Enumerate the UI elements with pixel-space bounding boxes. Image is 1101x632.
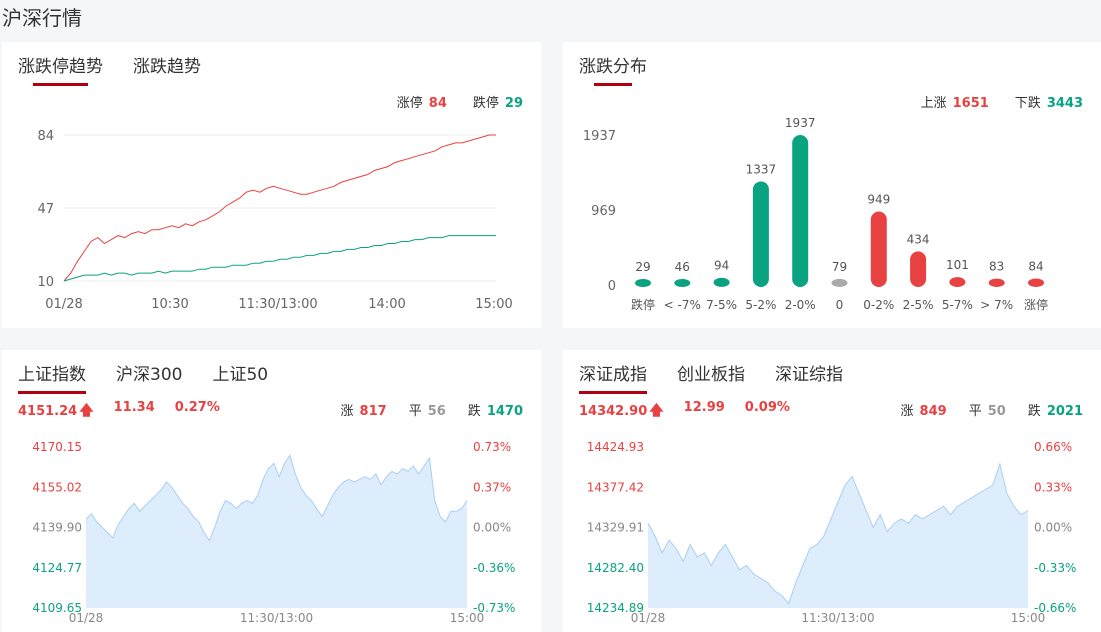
- pct-tick-label: 0.00%: [1034, 521, 1072, 535]
- page-title: 沪深行情: [2, 6, 82, 30]
- x-tick-label: 10:30: [151, 297, 188, 312]
- bar-category-label: 5-2%: [745, 298, 776, 312]
- distribution-bar: [674, 279, 691, 287]
- bar-category-label: 2-5%: [903, 298, 934, 312]
- price-tick-label: 4139.90: [32, 521, 82, 535]
- price-tick-label: 14282.40: [587, 561, 644, 575]
- y-tick-label: 969: [591, 204, 616, 219]
- bar-category-label: 0: [836, 298, 844, 312]
- y-tick-label: 1937: [583, 129, 616, 144]
- x-tick-label: 11:30/13:00: [240, 611, 313, 625]
- price-tick-label: 14329.91: [587, 521, 644, 535]
- bar-category-label: 7-5%: [706, 298, 737, 312]
- sh-index-panel: 上证指数 沪深300 上证50 4151.24 🡅 11.34 0.27% 涨 81…: [2, 350, 541, 632]
- y-tick-label: 0: [608, 279, 616, 294]
- x-tick-label: 15:00: [450, 611, 485, 625]
- pct-tick-label: 0.33%: [1034, 480, 1072, 494]
- pct-tick-label: 0.73%: [473, 440, 511, 454]
- price-tick-label: 4155.02: [32, 480, 82, 494]
- bar-category-label: 5-7%: [942, 298, 973, 312]
- bar-category-label: 0-2%: [863, 298, 894, 312]
- distribution-bar: [949, 277, 966, 287]
- distribution-panel: 涨跌分布 上涨 1651 下跌 3443 1937 969 0 29 跌停 46 < -7% 94…: [563, 42, 1101, 328]
- bar-value-label: 84: [1028, 259, 1043, 273]
- price-tick-label: 4124.77: [32, 561, 82, 575]
- x-tick-label: 01/28: [69, 611, 104, 625]
- limit-trend-panel: 涨跌停趋势 涨跌趋势 涨停 84 跌停 29 84 47 10 01/28 10:30 11:…: [2, 42, 541, 328]
- x-tick-label: 11:30/13:00: [801, 611, 874, 625]
- bar-category-label: 涨停: [1024, 297, 1048, 312]
- pct-tick-label: -0.33%: [1034, 561, 1076, 575]
- sz-intraday-chart: 14424.93 0.66% 14377.42 0.33% 14329.91 0.00% 1…: [587, 440, 1077, 625]
- bar-value-label: 46: [675, 260, 690, 274]
- y-tick-label: 47: [37, 202, 54, 217]
- pct-tick-label: 0.37%: [473, 480, 511, 494]
- pct-tick-label: -0.36%: [473, 561, 515, 575]
- bar-value-label: 949: [867, 193, 890, 207]
- bar-value-label: 79: [832, 260, 847, 274]
- pct-tick-label: 0.66%: [1034, 440, 1072, 454]
- x-tick-label: 11:30/13:00: [238, 297, 317, 312]
- x-tick-label: 15:00: [1011, 611, 1046, 625]
- limit-down-series-line: [63, 235, 496, 282]
- y-tick-label: 84: [37, 129, 54, 144]
- distribution-bar: [752, 181, 769, 287]
- bar-value-label: 434: [907, 232, 930, 246]
- y-tick-label: 10: [37, 275, 54, 290]
- bar-value-label: 94: [714, 259, 729, 273]
- distribution-bar: [713, 277, 730, 287]
- x-tick-label: 01/28: [631, 611, 666, 625]
- x-tick-label: 14:00: [368, 297, 405, 312]
- bar-value-label: 1337: [746, 162, 777, 176]
- bar-category-label: > 7%: [980, 298, 1013, 312]
- bar-category-label: 跌停: [631, 297, 655, 312]
- distribution-bar: [870, 211, 887, 287]
- price-tick-label: 4170.15: [32, 440, 82, 454]
- x-tick-label: 15:00: [475, 297, 512, 312]
- price-area-fill: [648, 463, 1028, 608]
- bar-value-label: 29: [635, 260, 650, 274]
- bar-value-label: 101: [946, 258, 969, 272]
- bar-category-label: < -7%: [664, 298, 701, 312]
- distribution-bar: [1028, 278, 1044, 287]
- x-tick-label: 01/28: [45, 297, 82, 312]
- pct-tick-label: 0.00%: [473, 521, 511, 535]
- distribution-bar: [792, 135, 809, 287]
- price-area-fill: [86, 455, 467, 608]
- distribution-bar: [910, 251, 927, 287]
- distribution-bar: [988, 278, 1005, 287]
- distribution-bar: [831, 278, 848, 287]
- distribution-bar: [635, 279, 651, 287]
- price-tick-label: 14424.93: [587, 440, 644, 454]
- sz-index-panel: 深证成指 创业板指 深证综指 14342.90 🡅 12.99 0.09% 涨 84…: [563, 350, 1101, 632]
- limit-trend-chart: 84 47 10 01/28 10:30 11:30/13:00 14:00 15:00: [37, 129, 512, 312]
- bar-value-label: 1937: [785, 116, 816, 130]
- sh-intraday-chart: 4170.15 0.73% 4155.02 0.37% 4139.90 0.00% 4124…: [32, 440, 515, 625]
- bar-category-label: 2-0%: [785, 298, 816, 312]
- bar-value-label: 83: [989, 260, 1004, 274]
- price-tick-label: 14377.42: [587, 480, 644, 494]
- distribution-chart: 1937 969 0 29 跌停 46 < -7% 94 7-5% 1337 5-2% 1937 2-0…: [583, 116, 1048, 312]
